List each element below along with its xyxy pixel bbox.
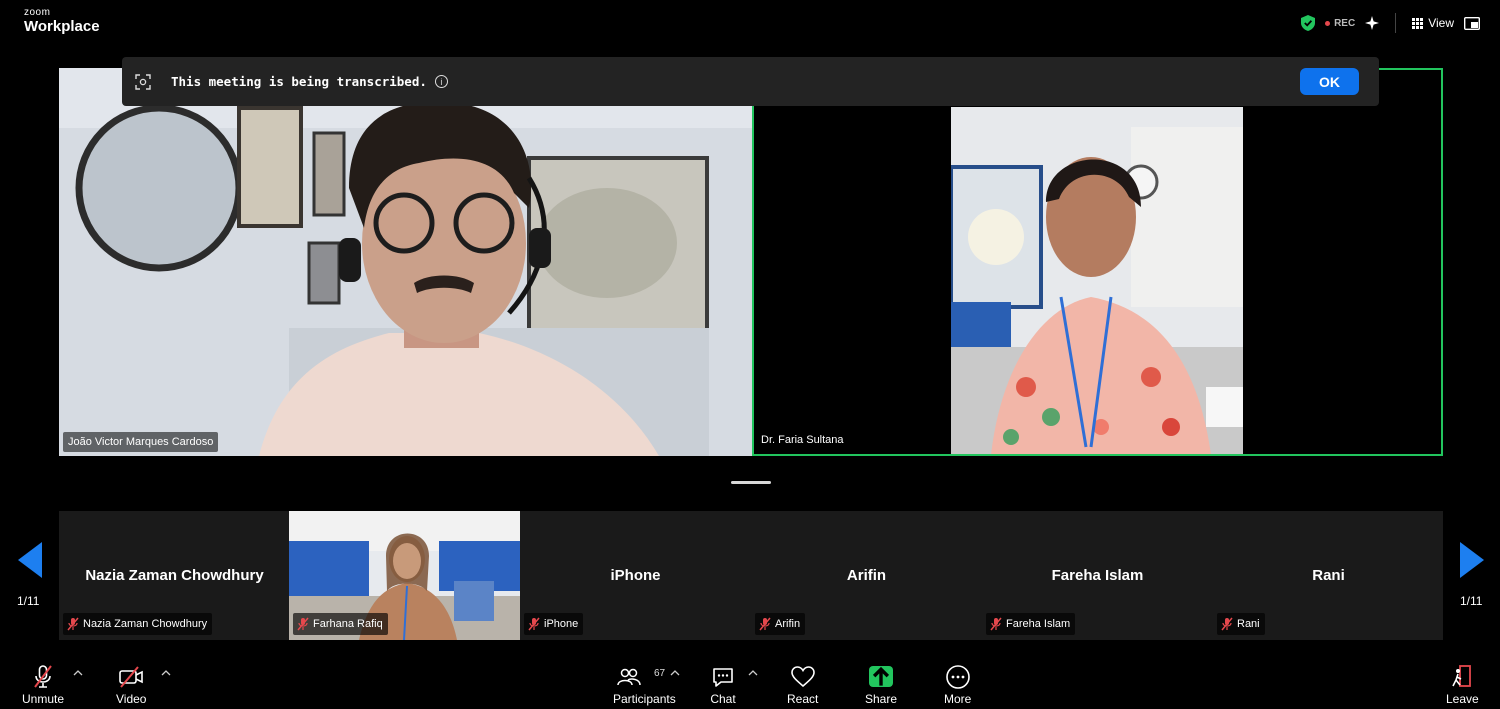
view-grid-icon bbox=[1412, 17, 1424, 29]
participant-video bbox=[951, 107, 1243, 454]
page-indicator-right: 1/11 bbox=[1460, 594, 1483, 608]
participant-video bbox=[59, 68, 752, 456]
chevron-up-icon[interactable] bbox=[670, 669, 680, 677]
info-icon[interactable]: i bbox=[434, 75, 448, 88]
participant-name: João Victor Marques Cardoso bbox=[63, 432, 219, 452]
top-bar: zoom Workplace REC View bbox=[0, 0, 1500, 48]
gallery-tile[interactable]: iPhone iPhone bbox=[520, 511, 751, 640]
video-label: Video bbox=[116, 692, 147, 706]
transcription-banner: This meeting is being transcribed. i OK bbox=[122, 57, 1379, 106]
mic-off-icon bbox=[990, 617, 1002, 631]
mic-off-icon bbox=[67, 617, 79, 631]
share-arrow-icon bbox=[869, 666, 894, 687]
leave-icon bbox=[1452, 665, 1472, 687]
participant-tag-name: Nazia Zaman Chowdhury bbox=[83, 618, 208, 630]
gallery-tile[interactable]: Arifin Arifin bbox=[751, 511, 982, 640]
more-button[interactable]: More bbox=[944, 664, 971, 706]
participant-name: Dr. Faria Sultana bbox=[761, 434, 844, 446]
participant-display-name: Rani bbox=[1312, 567, 1345, 584]
ok-button[interactable]: OK bbox=[1300, 68, 1359, 95]
prev-page-icon[interactable] bbox=[16, 540, 44, 580]
mic-off-icon bbox=[34, 665, 52, 688]
view-button[interactable]: View bbox=[1412, 16, 1454, 30]
chat-label: Chat bbox=[710, 692, 736, 706]
participant-tag: Farhana Rafiq bbox=[293, 613, 388, 635]
more-label: More bbox=[944, 692, 972, 706]
app-logo: zoom Workplace bbox=[24, 7, 100, 35]
more-icon bbox=[945, 665, 970, 689]
participants-icon bbox=[617, 668, 642, 686]
participant-tag-name: Farhana Rafiq bbox=[313, 618, 383, 630]
leave-label: Leave bbox=[1446, 692, 1479, 706]
participant-tag: iPhone bbox=[524, 613, 584, 635]
share-label: Share bbox=[865, 692, 898, 706]
participant-tag-name: Fareha Islam bbox=[1006, 618, 1071, 630]
shield-check-icon[interactable] bbox=[1301, 15, 1316, 31]
participants-label: Participants bbox=[613, 692, 676, 706]
popout-icon[interactable] bbox=[1464, 16, 1480, 30]
page-indicator-left: 1/11 bbox=[17, 594, 40, 608]
leave-button[interactable]: Leave bbox=[1446, 664, 1479, 706]
participant-tag: Arifin bbox=[755, 613, 806, 635]
participant-display-name: Fareha Islam bbox=[1051, 567, 1144, 584]
share-button[interactable]: Share bbox=[865, 664, 897, 706]
react-button[interactable]: React bbox=[787, 664, 818, 706]
participants-button[interactable]: Participants bbox=[613, 664, 676, 706]
sparkle-icon[interactable] bbox=[1365, 16, 1380, 30]
divider bbox=[1395, 13, 1397, 33]
unmute-label: Unmute bbox=[22, 692, 65, 706]
gallery-strip: Nazia Zaman Chowdhury Nazia Zaman Chowdh… bbox=[59, 511, 1443, 640]
video-off-icon bbox=[119, 666, 144, 688]
mic-off-icon bbox=[759, 617, 771, 631]
participant-tag-name: Rani bbox=[1237, 618, 1260, 630]
gallery-tile[interactable]: Farhana Rafiq bbox=[289, 511, 520, 640]
chevron-up-icon[interactable] bbox=[73, 669, 83, 677]
participant-display-name: Arifin bbox=[846, 567, 887, 584]
gallery-tile[interactable]: Fareha Islam Fareha Islam bbox=[982, 511, 1213, 640]
brand-large: Workplace bbox=[24, 18, 100, 35]
rec-dot bbox=[1325, 20, 1331, 26]
video-tile-speaker-1[interactable]: João Victor Marques Cardoso bbox=[59, 68, 752, 456]
next-page-icon[interactable] bbox=[1458, 540, 1486, 580]
view-label: View bbox=[1428, 16, 1454, 30]
participant-display-name: iPhone bbox=[610, 567, 661, 584]
chevron-up-icon[interactable] bbox=[161, 669, 171, 677]
participants-count: 67 bbox=[654, 668, 666, 679]
participant-display-name: Nazia Zaman Chowdhury bbox=[85, 567, 264, 584]
video-button[interactable]: Video bbox=[116, 664, 146, 706]
unmute-button[interactable]: Unmute bbox=[22, 664, 64, 706]
gallery-tile[interactable]: Rani Rani bbox=[1213, 511, 1444, 640]
rec-label: REC bbox=[1334, 17, 1356, 29]
chat-button[interactable]: Chat bbox=[710, 664, 736, 706]
participant-tag: Nazia Zaman Chowdhury bbox=[63, 613, 213, 635]
banner-text: This meeting is being transcribed. bbox=[171, 74, 427, 89]
mic-off-icon bbox=[528, 617, 540, 631]
resize-handle[interactable] bbox=[731, 481, 771, 484]
participant-tag-name: Arifin bbox=[775, 618, 801, 630]
gallery-tile[interactable]: Nazia Zaman Chowdhury Nazia Zaman Chowdh… bbox=[59, 511, 290, 640]
heart-icon bbox=[790, 666, 815, 688]
transcript-icon bbox=[135, 73, 151, 90]
mic-off-icon bbox=[297, 617, 309, 631]
recording-indicator[interactable]: REC bbox=[1325, 18, 1355, 29]
react-label: React bbox=[787, 692, 819, 706]
participant-tag-name: iPhone bbox=[544, 618, 579, 630]
video-tile-speaker-2[interactable]: Dr. Faria Sultana bbox=[752, 68, 1443, 456]
mic-off-icon bbox=[1221, 617, 1233, 631]
chevron-up-icon[interactable] bbox=[748, 669, 758, 677]
chat-icon bbox=[713, 668, 733, 687]
brand-small: zoom bbox=[24, 7, 51, 18]
participant-tag: Fareha Islam bbox=[986, 613, 1076, 635]
participant-tag: Rani bbox=[1217, 613, 1265, 635]
